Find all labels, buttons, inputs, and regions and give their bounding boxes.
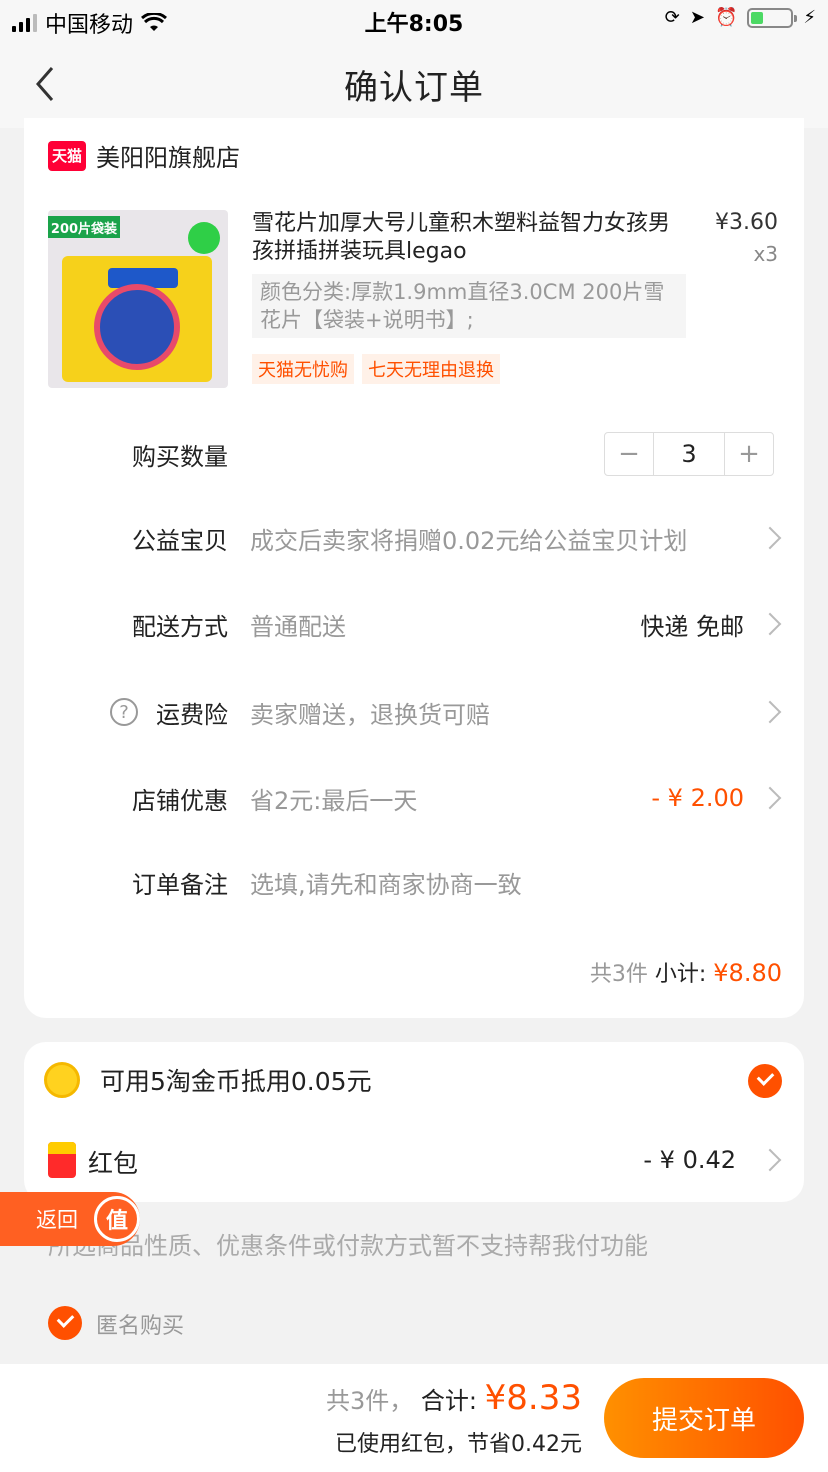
store-discount-label: 店铺优惠: [132, 786, 228, 815]
status-icons: ⟳ ➤ ⏰ ⚡: [665, 7, 816, 28]
alarm-icon: ⏰: [714, 7, 738, 28]
quantity-input[interactable]: 3: [653, 433, 725, 475]
taojinbi-coin-icon: [44, 1062, 80, 1098]
quantity-plus-button[interactable]: +: [725, 433, 773, 475]
nav-bar: 确认订单: [0, 40, 828, 128]
quantity-label: 购买数量: [132, 442, 228, 471]
product-price: ¥3.60: [715, 210, 778, 235]
status-bar: 中国移动 上午8:05 ⟳ ➤ ⏰ ⚡: [0, 0, 828, 40]
total-count: 共3件，: [326, 1387, 414, 1415]
anonymous-checkbox-checked-icon[interactable]: [48, 1306, 82, 1340]
product-quantity: x3: [753, 242, 778, 266]
quantity-row: 购买数量 − 3 +: [24, 424, 804, 484]
chevron-right-icon: [758, 786, 782, 810]
insurance-label: 运费险: [156, 700, 228, 729]
order-note-label: 订单备注: [132, 870, 228, 899]
insurance-row[interactable]: ? 运费险 卖家赠送，退换货可赔: [24, 682, 804, 742]
tmall-logo-icon: 天猫: [48, 140, 86, 171]
delivery-label: 配送方式: [132, 612, 228, 641]
quantity-minus-button[interactable]: −: [605, 433, 653, 475]
zhi-badge-icon: 值: [94, 1196, 140, 1242]
red-packet-icon: [48, 1142, 76, 1178]
submit-order-button[interactable]: 提交订单: [604, 1378, 804, 1458]
product-image[interactable]: 200片袋装: [48, 210, 228, 388]
chevron-right-icon: [758, 612, 782, 636]
chevron-right-icon: [758, 700, 782, 724]
order-card: 天猫 美阳阳旗舰店 200片袋装 雪花片加厚大号儿童积木塑料益智力女孩男孩拼插拼…: [24, 118, 804, 1018]
shop-name[interactable]: 美阳阳旗舰店: [96, 138, 240, 173]
question-icon[interactable]: ?: [110, 698, 138, 726]
product-spec: 颜色分类:厚款1.9mm直径3.0CM 200片雪花片【袋装+说明书】;: [252, 274, 686, 338]
total-label: 合计:: [420, 1387, 478, 1415]
back-arrow-icon[interactable]: [28, 64, 68, 104]
savings-text: 已使用红包，节省0.42元: [335, 1432, 582, 1457]
chevron-right-icon[interactable]: [758, 1148, 782, 1172]
product-title[interactable]: 雪花片加厚大号儿童积木塑料益智力女孩男孩拼插拼装玩具legao: [252, 210, 682, 266]
service-tag: 天猫无忧购: [252, 354, 354, 384]
charity-label: 公益宝贝: [132, 526, 228, 555]
total-amount: ¥8.33: [484, 1378, 582, 1418]
rotation-lock-icon: ⟳: [664, 7, 680, 28]
return-button[interactable]: 返回 值: [0, 1192, 140, 1246]
insurance-text: 卖家赠送，退换货可赔: [250, 700, 490, 729]
coin-checkbox-checked-icon[interactable]: [748, 1064, 782, 1098]
delivery-row[interactable]: 配送方式 普通配送 快递 免邮: [24, 594, 804, 654]
subtotal: 共3件 小计: ¥8.80: [590, 956, 782, 988]
location-icon: ➤: [689, 7, 705, 28]
battery-icon: [747, 7, 798, 28]
charging-icon: ⚡: [803, 7, 816, 28]
service-tags: 天猫无忧购 七天无理由退换: [252, 354, 500, 384]
discount-card: 可用5淘金币抵用0.05元 红包 - ¥ 0.42: [24, 1042, 804, 1202]
store-discount-row[interactable]: 店铺优惠 省2元:最后一天 - ¥ 2.00: [24, 768, 804, 828]
red-packet-label: 红包: [88, 1149, 139, 1178]
quantity-stepper: − 3 +: [604, 432, 774, 476]
checkout-bar: 共3件， 合计: ¥8.33 已使用红包，节省0.42元 提交订单: [0, 1364, 828, 1472]
charity-text: 成交后卖家将捐赠0.02元给公益宝贝计划: [250, 526, 688, 555]
chevron-right-icon: [758, 526, 782, 550]
pay-notice: 所选商品性质、优惠条件或付款方式暂不支持帮我付功能: [48, 1232, 648, 1260]
red-packet-value[interactable]: - ¥ 0.42: [643, 1146, 736, 1174]
delivery-text: 普通配送: [250, 612, 346, 641]
page-title: 确认订单: [344, 67, 484, 108]
coin-text: 可用5淘金币抵用0.05元: [100, 1067, 372, 1096]
anonymous-label[interactable]: 匿名购买: [96, 1308, 184, 1340]
order-note-input[interactable]: 选填,请先和商家协商一致: [250, 865, 522, 900]
shop-header[interactable]: 天猫 美阳阳旗舰店: [48, 138, 240, 173]
subtotal-label: 小计:: [654, 962, 707, 987]
charity-row[interactable]: 公益宝贝 成交后卖家将捐赠0.02元给公益宝贝计划: [24, 508, 804, 568]
subtotal-count: 共3件: [589, 962, 648, 987]
subtotal-amount: ¥8.80: [713, 959, 782, 987]
service-tag: 七天无理由退换: [362, 354, 500, 384]
order-note-row: 订单备注 选填,请先和商家协商一致: [24, 852, 804, 912]
return-label: 返回: [36, 1208, 78, 1232]
store-discount-value: - ¥ 2.00: [651, 784, 744, 812]
store-discount-text: 省2元:最后一天: [250, 786, 418, 815]
delivery-value: 快递 免邮: [640, 612, 744, 641]
total-summary: 共3件， 合计: ¥8.33: [326, 1378, 582, 1418]
